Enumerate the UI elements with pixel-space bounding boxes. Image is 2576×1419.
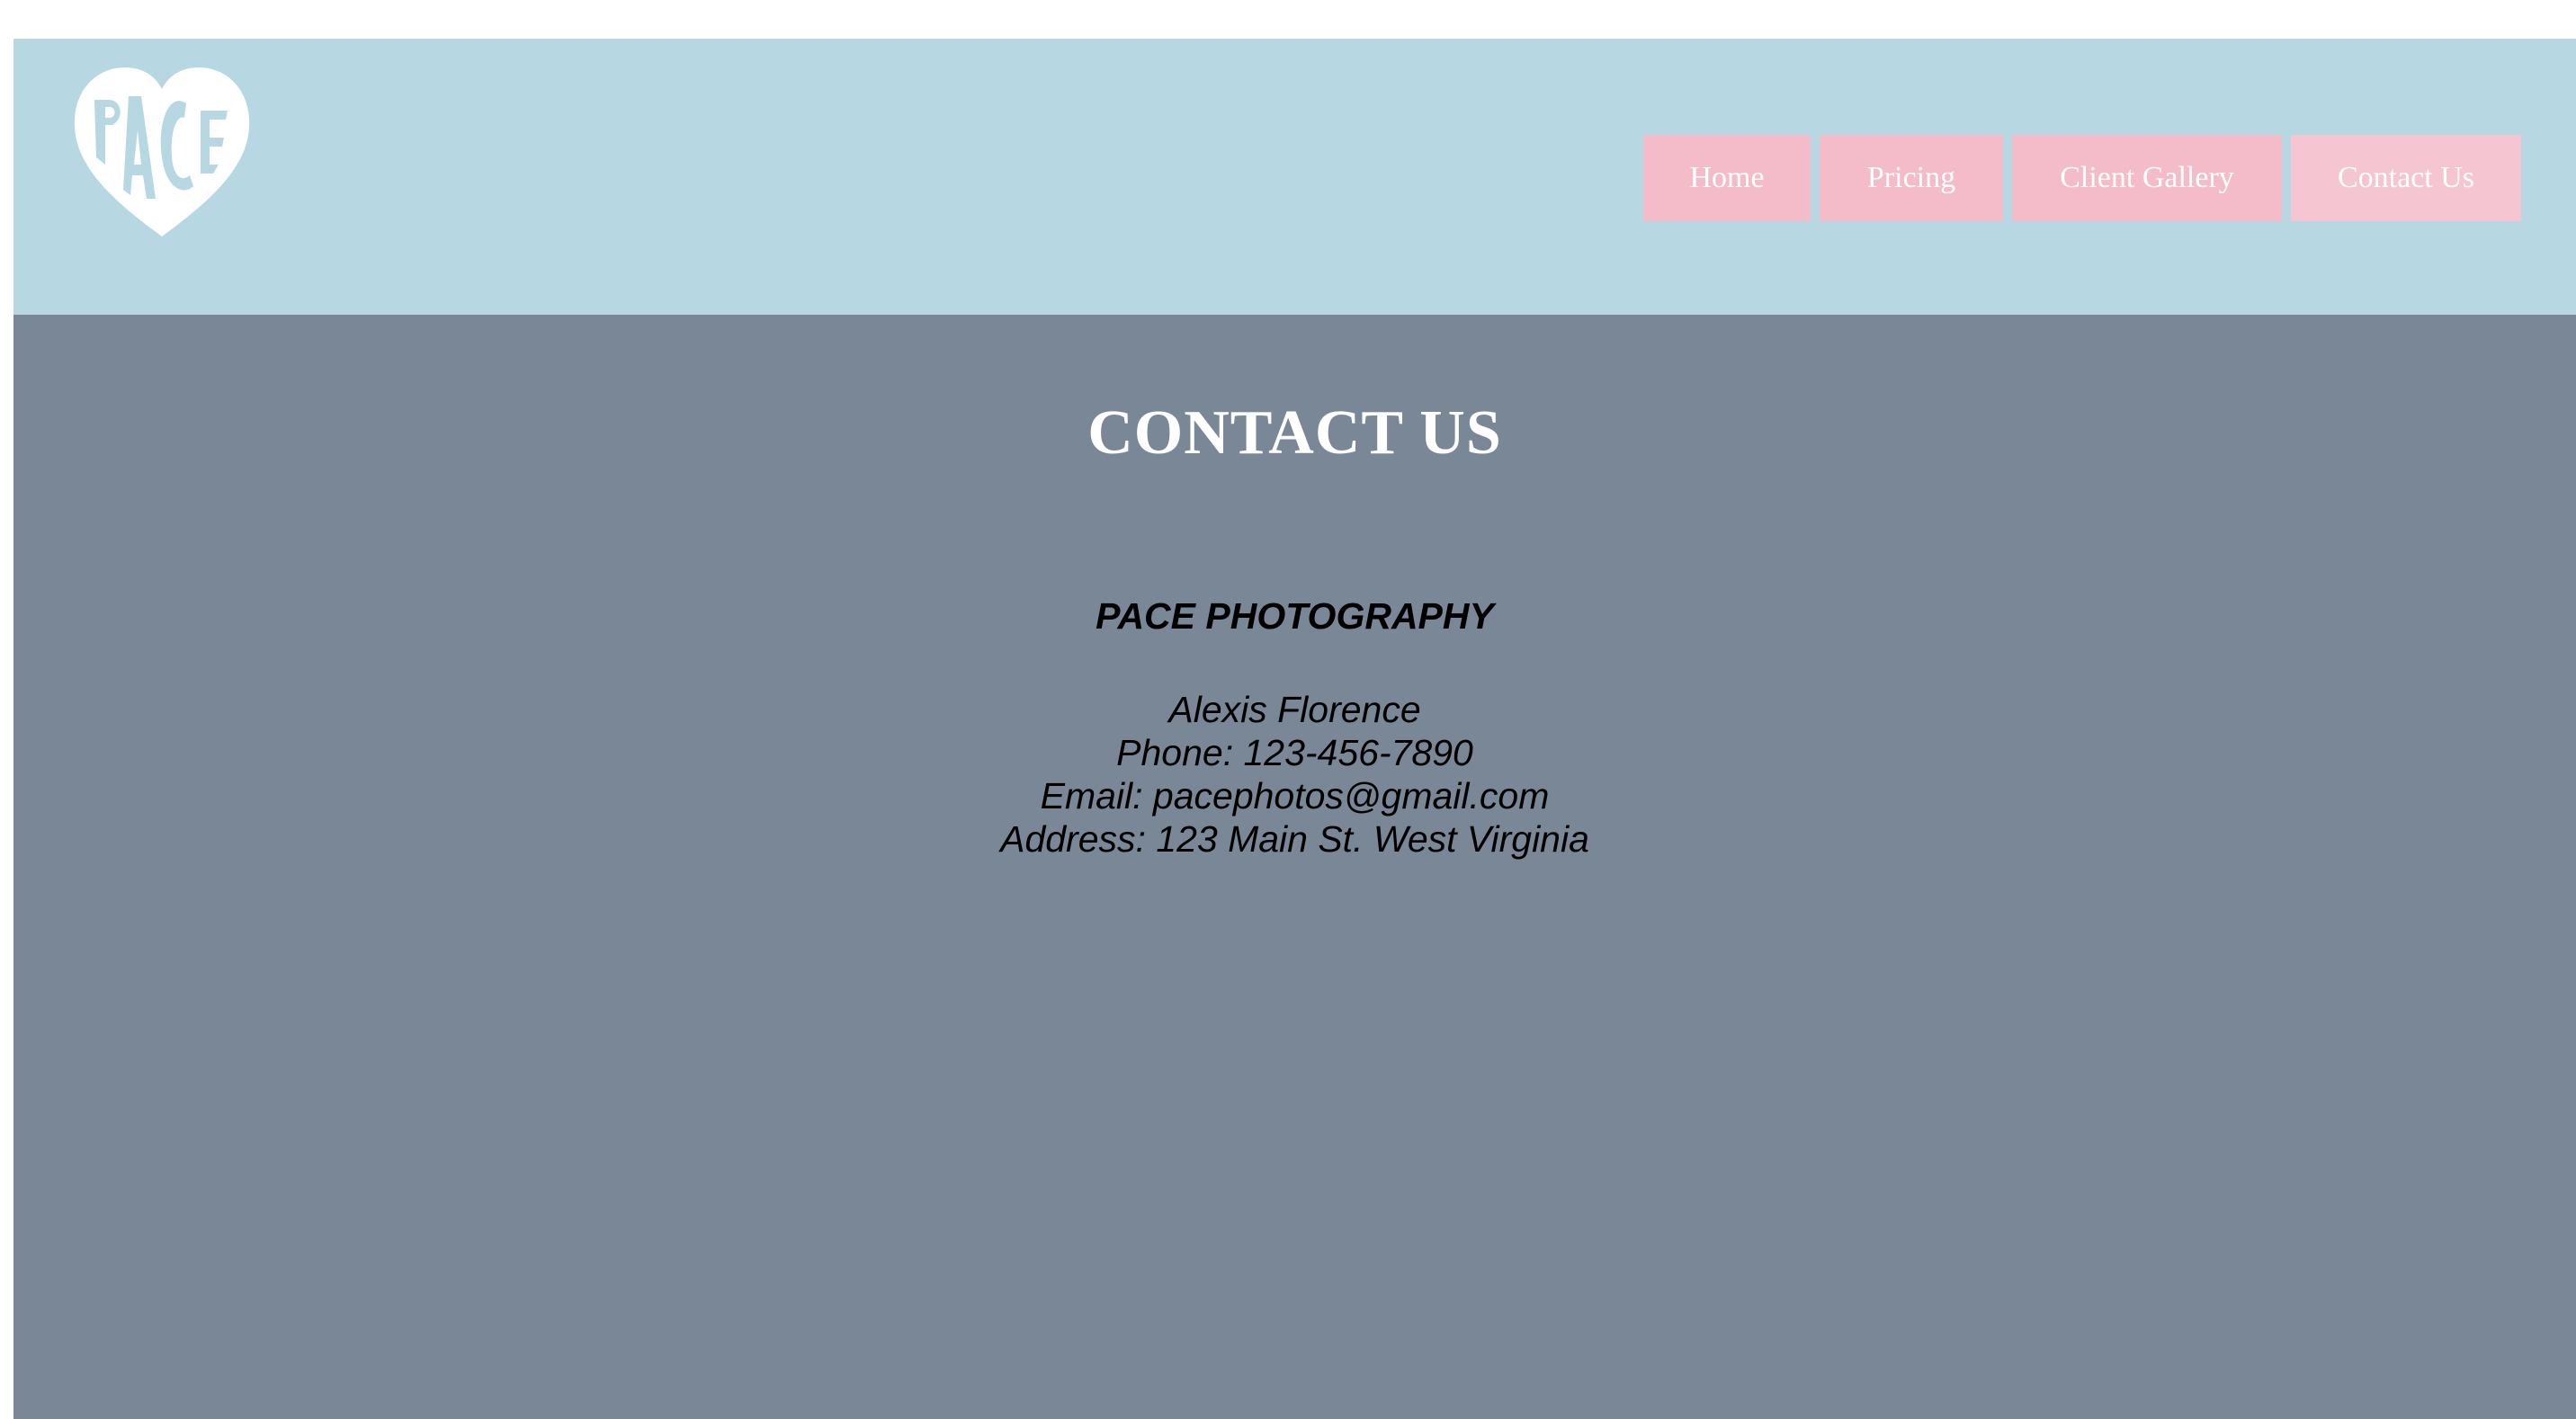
contact-section: CONTACT US PACE PHOTOGRAPHY Alexis Flore… <box>13 315 2576 1419</box>
nav-client-gallery-button[interactable]: Client Gallery <box>2012 135 2282 221</box>
contact-details: Alexis Florence Phone: 123-456-7890 Emai… <box>13 688 2576 861</box>
nav-home-button[interactable]: Home <box>1643 135 1811 221</box>
pace-heart-logo-icon[interactable] <box>69 64 255 240</box>
page: Home Pricing Client Gallery Contact Us C… <box>13 39 2576 1419</box>
contact-name: Alexis Florence <box>1168 689 1421 730</box>
nav-pricing-button[interactable]: Pricing <box>1820 135 2003 221</box>
contact-email: Email: pacephotos@gmail.com <box>1040 775 1550 817</box>
contact-phone: Phone: 123-456-7890 <box>1116 732 1473 773</box>
main-nav: Home Pricing Client Gallery Contact Us <box>1643 135 2521 221</box>
site-header: Home Pricing Client Gallery Contact Us <box>13 39 2576 315</box>
contact-address: Address: 123 Main St. West Virginia <box>1000 818 1589 860</box>
nav-contact-us-button[interactable]: Contact Us <box>2291 135 2521 221</box>
page-title: CONTACT US <box>1087 398 1502 468</box>
company-name: PACE PHOTOGRAPHY <box>1096 595 1494 637</box>
